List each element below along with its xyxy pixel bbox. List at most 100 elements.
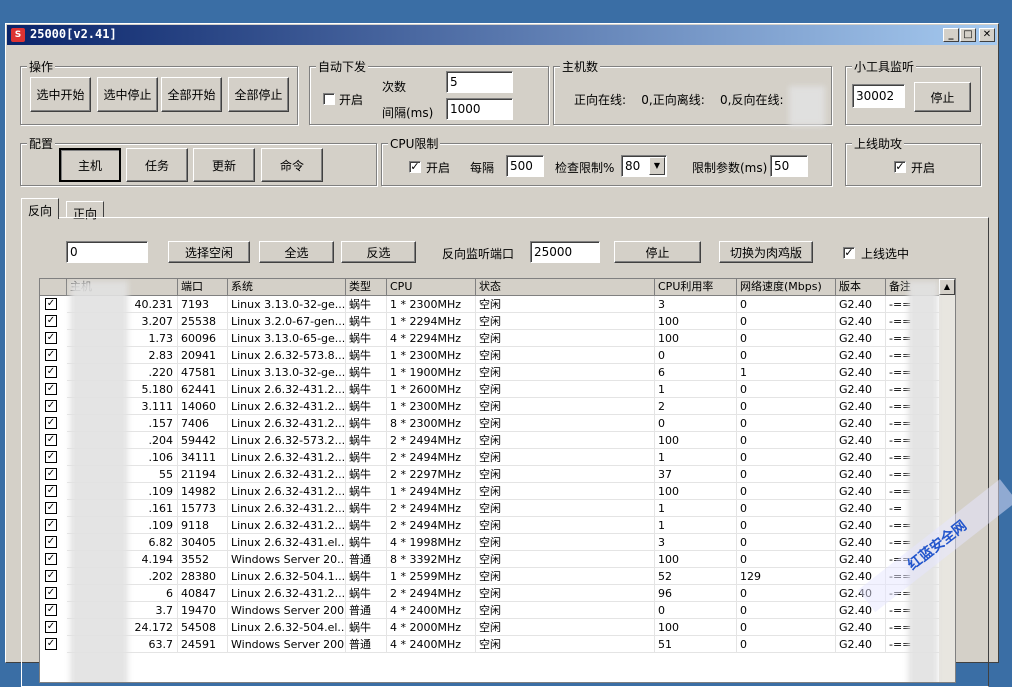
row-checkbox[interactable]: ✓ bbox=[45, 400, 57, 412]
table-row[interactable]: ✓ 1.73 60096 Linux 3.13.0-65-ge... 蜗牛 4 * 229… bbox=[40, 330, 955, 347]
tab-forward[interactable]: 正向 bbox=[66, 201, 105, 221]
row-checkbox[interactable]: ✓ bbox=[45, 298, 57, 310]
table-cell: 62441 bbox=[178, 381, 228, 398]
table-row[interactable]: ✓ .109 14982 Linux 2.6.32-431.2... 蜗牛 1 * 249… bbox=[40, 483, 955, 500]
tab-host-button[interactable]: 主机 bbox=[59, 148, 121, 182]
table-cell: 28380 bbox=[178, 568, 228, 585]
row-checkbox[interactable]: ✓ bbox=[45, 451, 57, 463]
filter-input[interactable] bbox=[66, 241, 148, 263]
column-header[interactable]: 类型 bbox=[346, 279, 387, 296]
table-row[interactable]: ✓ 3.7 19470 Windows Server 2003 普通 4 * 2400MH… bbox=[40, 602, 955, 619]
table-row[interactable]: ✓ .161 15773 Linux 2.6.32-431.2... 蜗牛 2 * 249… bbox=[40, 500, 955, 517]
column-header[interactable]: 端口 bbox=[178, 279, 228, 296]
row-checkbox[interactable]: ✓ bbox=[45, 519, 57, 531]
minimize-button[interactable]: _ bbox=[943, 28, 959, 42]
maximize-button[interactable]: □ bbox=[960, 28, 976, 42]
row-checkbox[interactable]: ✓ bbox=[45, 468, 57, 480]
column-header[interactable]: 网络速度(Mbps) bbox=[737, 279, 836, 296]
table-row[interactable]: ✓ 40.231 7193 Linux 3.13.0-32-ge... 蜗牛 1 * 23… bbox=[40, 296, 955, 313]
scroll-up-icon[interactable]: ▲ bbox=[939, 279, 955, 295]
reverse-port-input[interactable] bbox=[530, 241, 600, 263]
table-row[interactable]: ✓ 6 40847 Linux 2.6.32-431.2... 蜗牛 2 * 2494MH… bbox=[40, 585, 955, 602]
tool-stop-button[interactable]: 停止 bbox=[914, 82, 971, 112]
host-table[interactable]: 主机端口系统类型CPU状态CPU利用率网络速度(Mbps)版本备注 ✓40.23… bbox=[39, 278, 956, 683]
table-cell: 空闲 bbox=[476, 534, 655, 551]
cpu-check-combo[interactable]: 80 ▼ bbox=[621, 155, 667, 177]
row-checkbox[interactable]: ✓ bbox=[45, 553, 57, 565]
tab-reverse[interactable]: 反向 bbox=[21, 198, 60, 219]
table-row[interactable]: ✓ 3.207 25538 Linux 3.2.0-67-gen... 蜗牛 1 * 22… bbox=[40, 313, 955, 330]
row-checkbox[interactable]: ✓ bbox=[45, 366, 57, 378]
table-row[interactable]: ✓ .220 47581 Linux 3.13.0-32-ge... 蜗牛 1 * 190… bbox=[40, 364, 955, 381]
invert-selection-button[interactable]: 反选 bbox=[341, 241, 416, 263]
row-checkbox[interactable]: ✓ bbox=[45, 570, 57, 582]
table-row[interactable]: ✓ .204 59442 Linux 2.6.32-573.2... 蜗牛 2 * 249… bbox=[40, 432, 955, 449]
select-all-button[interactable]: 全选 bbox=[259, 241, 334, 263]
tool-port-input[interactable] bbox=[852, 84, 905, 108]
table-row[interactable]: ✓ 4.194 3552 Windows Server 20... 普通 8 * 3392… bbox=[40, 551, 955, 568]
table-row[interactable]: ✓ 5.180 62441 Linux 2.6.32-431.2... 蜗牛 1 * 26… bbox=[40, 381, 955, 398]
table-cell: 空闲 bbox=[476, 585, 655, 602]
column-header[interactable]: CPU bbox=[387, 279, 476, 296]
table-row[interactable]: ✓ .106 34111 Linux 2.6.32-431.2... 蜗牛 2 * 249… bbox=[40, 449, 955, 466]
column-header[interactable]: CPU利用率 bbox=[655, 279, 737, 296]
table-row[interactable]: ✓ 63.7 24591 Windows Server 2003 普通 4 * 2400M… bbox=[40, 636, 955, 653]
column-header[interactable]: 系统 bbox=[228, 279, 346, 296]
table-cell: Linux 2.6.32-431.2... bbox=[228, 398, 346, 415]
table-row[interactable]: ✓ 55 21194 Linux 2.6.32-431.2... 蜗牛 2 * 2297M… bbox=[40, 466, 955, 483]
row-checkbox[interactable]: ✓ bbox=[45, 485, 57, 497]
table-cell: 0 bbox=[655, 347, 737, 364]
row-checkbox[interactable]: ✓ bbox=[45, 315, 57, 327]
switch-version-button[interactable]: 切换为肉鸡版 bbox=[719, 241, 813, 263]
table-cell: 3 bbox=[655, 534, 737, 551]
row-checkbox[interactable]: ✓ bbox=[45, 383, 57, 395]
row-checkbox[interactable]: ✓ bbox=[45, 638, 57, 650]
header-checkbox-column bbox=[40, 279, 67, 296]
table-cell: 40847 bbox=[178, 585, 228, 602]
online-enable-label: 开启 bbox=[911, 161, 936, 175]
row-checkbox[interactable]: ✓ bbox=[45, 434, 57, 446]
row-checkbox[interactable]: ✓ bbox=[45, 604, 57, 616]
table-row[interactable]: ✓ .157 7406 Linux 2.6.32-431.2... 蜗牛 8 * 2300… bbox=[40, 415, 955, 432]
cpu-every-input[interactable] bbox=[506, 155, 544, 177]
stop-all-button[interactable]: 全部停止 bbox=[228, 77, 289, 112]
table-cell: 100 bbox=[655, 483, 737, 500]
row-checkbox[interactable]: ✓ bbox=[45, 332, 57, 344]
row-checkbox[interactable]: ✓ bbox=[45, 502, 57, 514]
table-cell: 1 * 2599MHz bbox=[387, 568, 476, 585]
close-button[interactable]: ✕ bbox=[979, 28, 995, 42]
reverse-stop-button[interactable]: 停止 bbox=[614, 241, 701, 263]
row-checkbox[interactable]: ✓ bbox=[45, 587, 57, 599]
auto-enable-checkbox[interactable] bbox=[323, 93, 335, 105]
tab-command-button[interactable]: 命令 bbox=[261, 148, 323, 182]
online-enable-checkbox[interactable]: ✓ bbox=[894, 161, 906, 173]
cpu-enable-checkbox[interactable]: ✓ bbox=[409, 161, 421, 173]
row-checkbox[interactable]: ✓ bbox=[45, 621, 57, 633]
table-row[interactable]: ✓ .202 28380 Linux 2.6.32-504.1... 蜗牛 1 * 259… bbox=[40, 568, 955, 585]
vertical-scrollbar[interactable]: ▲ bbox=[939, 279, 955, 682]
chevron-down-icon[interactable]: ▼ bbox=[649, 157, 665, 175]
row-checkbox[interactable]: ✓ bbox=[45, 349, 57, 361]
interval-input[interactable] bbox=[446, 98, 513, 120]
tab-update-button[interactable]: 更新 bbox=[193, 148, 255, 182]
cpu-param-input[interactable] bbox=[770, 155, 808, 177]
table-row[interactable]: ✓ .109 9118 Linux 2.6.32-431.2... 蜗牛 2 * 2494… bbox=[40, 517, 955, 534]
start-selected-button[interactable]: 选中开始 bbox=[30, 77, 91, 112]
online-selected-checkbox[interactable]: ✓ bbox=[843, 247, 855, 259]
table-row[interactable]: ✓ 24.172 54508 Linux 2.6.32-504.el... 蜗牛 4 * … bbox=[40, 619, 955, 636]
start-all-button[interactable]: 全部开始 bbox=[161, 77, 222, 112]
title-bar[interactable]: S 25000[v2.41] _ □ ✕ bbox=[7, 25, 997, 45]
count-input[interactable] bbox=[446, 71, 513, 93]
table-cell: 14982 bbox=[178, 483, 228, 500]
row-checkbox[interactable]: ✓ bbox=[45, 536, 57, 548]
table-row[interactable]: ✓ 2.83 20941 Linux 2.6.32-573.8.... 蜗牛 1 * 23… bbox=[40, 347, 955, 364]
tab-task-button[interactable]: 任务 bbox=[126, 148, 188, 182]
select-idle-button[interactable]: 选择空闲 bbox=[168, 241, 250, 263]
row-checkbox[interactable]: ✓ bbox=[45, 417, 57, 429]
table-row[interactable]: ✓ 6.82 30405 Linux 2.6.32-431.el... 蜗牛 4 * 19… bbox=[40, 534, 955, 551]
cpu-param-label: 限制参数(ms) bbox=[692, 161, 768, 175]
column-header[interactable]: 版本 bbox=[836, 279, 886, 296]
table-row[interactable]: ✓ 3.111 14060 Linux 2.6.32-431.2... 蜗牛 1 * 23… bbox=[40, 398, 955, 415]
stop-selected-button[interactable]: 选中停止 bbox=[97, 77, 158, 112]
column-header[interactable]: 状态 bbox=[476, 279, 655, 296]
